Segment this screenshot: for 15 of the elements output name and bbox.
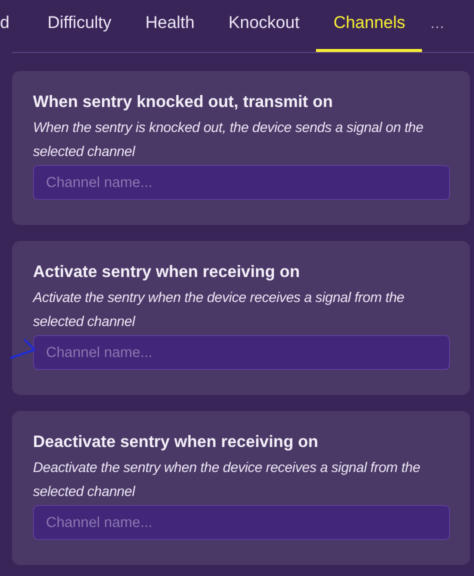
tab[interactable]: d xyxy=(0,0,30,52)
tab[interactable]: Knockout xyxy=(212,0,316,52)
channel-name-field[interactable]: Channel name... xyxy=(33,165,450,200)
tab[interactable]: Channels xyxy=(316,0,422,52)
setting-description: Activate the sentry when the device receives a signal from the selected channel xyxy=(33,288,406,331)
tab[interactable]: Difficulty xyxy=(30,0,128,52)
channel-name-field[interactable]: Channel name... xyxy=(33,505,450,540)
setting-description: Deactivate the sentry when the device receives a signal from the selected channel xyxy=(33,458,422,501)
setting-title: Deactivate sentry when receiving on xyxy=(33,433,320,452)
more-tabs-button[interactable]: ··· xyxy=(422,3,452,49)
setting-title: When sentry knocked out, transmit on xyxy=(33,93,334,112)
setting-description: When the sentry is knocked out, the device sends a signal on the selected channel xyxy=(33,118,424,161)
setting-title: Activate sentry when receiving on xyxy=(33,263,301,282)
channel-name-field[interactable]: Channel name... xyxy=(33,335,450,370)
tab[interactable]: Health xyxy=(128,0,212,52)
